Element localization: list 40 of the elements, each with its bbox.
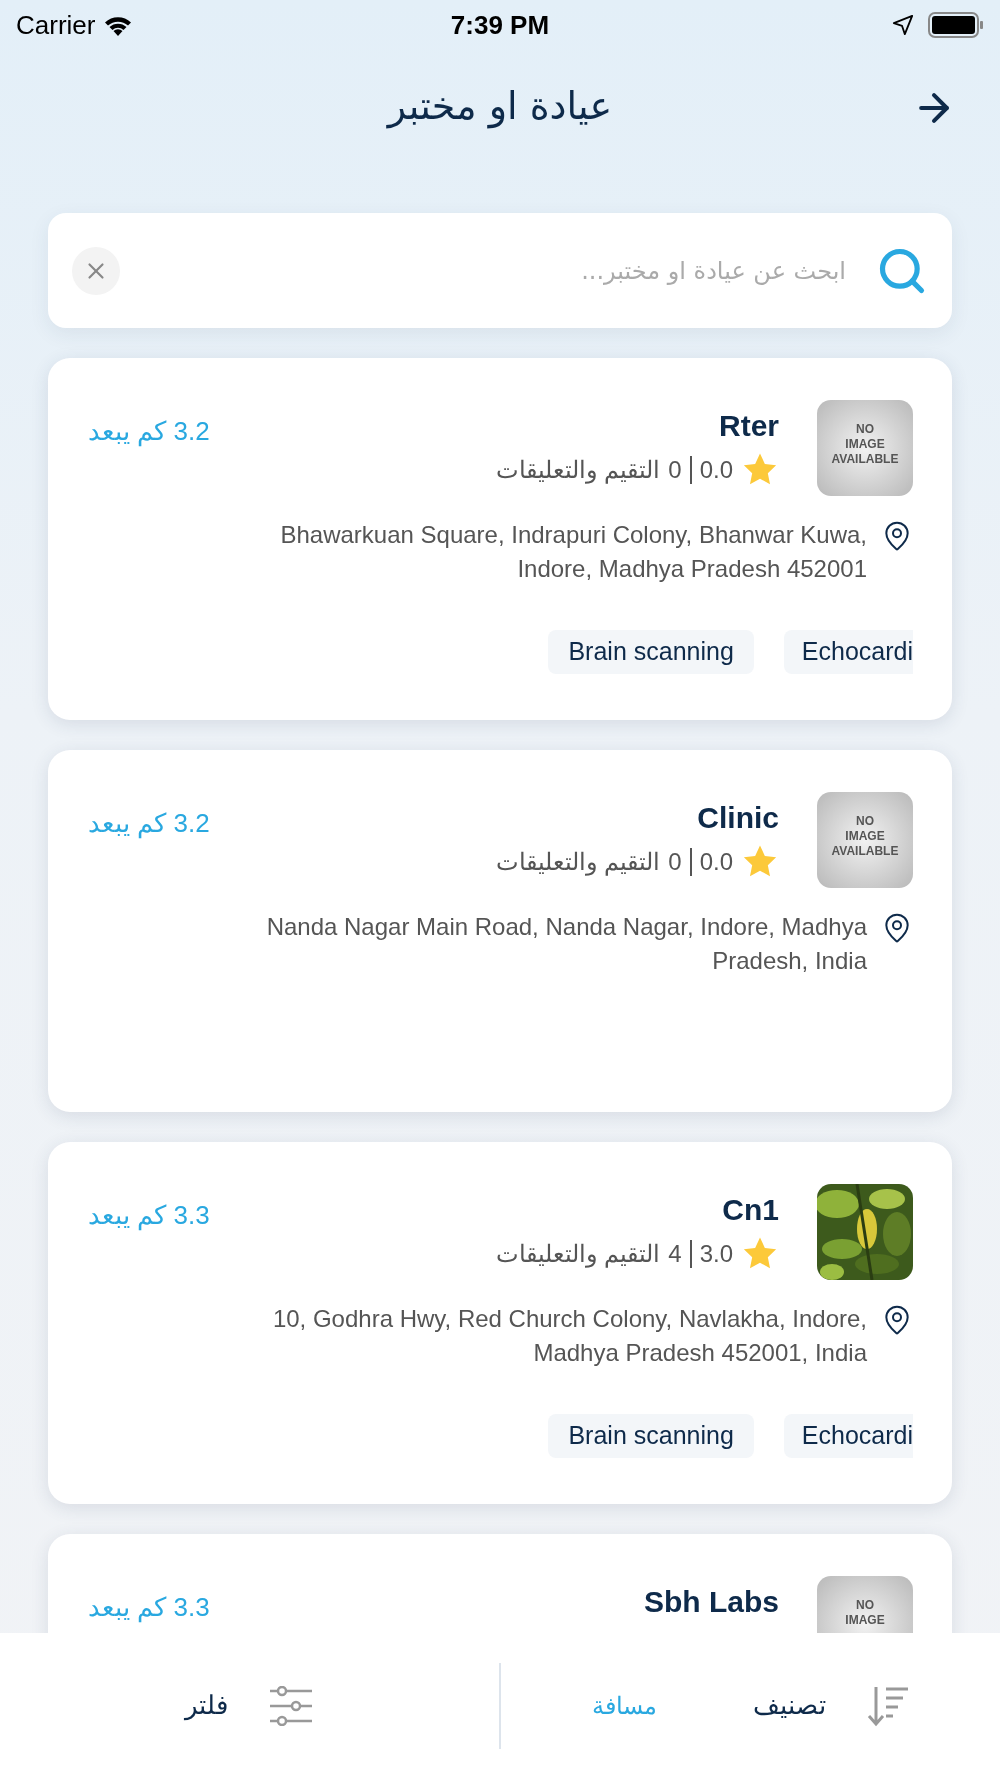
carrier-label: Carrier	[16, 8, 96, 42]
location-arrow-icon	[892, 14, 914, 36]
sort-icon[interactable]	[865, 1684, 910, 1727]
distance-label: 3.3 كم يبعد	[88, 1591, 210, 1625]
no-image-placeholder: NO IMAGE AVAILABLE	[817, 792, 913, 888]
clear-button[interactable]	[72, 246, 120, 295]
clinic-name: Sbh Labs	[644, 1584, 779, 1620]
search-field[interactable]: ابحث عن عيادة او مختبر...	[48, 213, 952, 328]
address-text: Bhawarkuan Square, Indrapuri Colony, Bhanwar Kuwa, Indore, Madhya Pradesh 452001	[279, 520, 867, 584]
address-text: 10, Godhra Hwy, Red Church Colony, Navlakha, Indore, Madhya Pradesh 452001, India	[271, 1304, 867, 1368]
distance-label: 3.3 كم يبعد	[88, 1199, 210, 1233]
reviews-count: 0	[668, 847, 682, 877]
no-image-placeholder: NO IMAGE AVAILABLE	[817, 400, 913, 496]
distance-label: 3.2 كم يبعد	[88, 807, 210, 841]
service-tag: Echocardi	[783, 630, 913, 674]
rating-value: 0.0	[699, 455, 733, 485]
page-title: عيادة او مختبر	[387, 82, 613, 131]
reviews-count: 0	[668, 455, 682, 485]
reviews-label: التقيم والتعليقات	[495, 455, 661, 486]
status-time: 7:39 PM	[450, 8, 550, 42]
rating-value: 3.0	[699, 1239, 733, 1269]
battery-icon	[928, 12, 984, 38]
clinic-name: Rter	[719, 408, 779, 444]
sort-label[interactable]: تصنيف	[752, 1686, 826, 1725]
rating-value: 0.0	[699, 847, 733, 877]
service-tag: Brain scanning	[548, 630, 754, 674]
service-tag: Echocardi	[783, 1414, 913, 1458]
filter-sliders-icon[interactable]	[268, 1685, 314, 1726]
no-image-placeholder: NO IMAGE	[817, 1576, 913, 1633]
clinic-name: Clinic	[697, 800, 779, 836]
wifi-icon	[103, 14, 134, 36]
clinic-name: Cn1	[722, 1192, 779, 1228]
filter-label[interactable]: فلتر	[185, 1686, 228, 1725]
reviews-count: 4	[668, 1239, 682, 1269]
reviews-label: التقيم والتعليقات	[495, 1239, 661, 1270]
distance-label: 3.2 كم يبعد	[88, 415, 210, 449]
service-tag: Brain scanning	[548, 1414, 754, 1458]
reviews-label: التقيم والتعليقات	[495, 847, 661, 878]
search-input[interactable]: ابحث عن عيادة او مختبر...	[120, 252, 876, 289]
address-text: Nanda Nagar Main Road, Nanda Nagar, Indore, Madhya Pradesh, India	[265, 912, 867, 976]
